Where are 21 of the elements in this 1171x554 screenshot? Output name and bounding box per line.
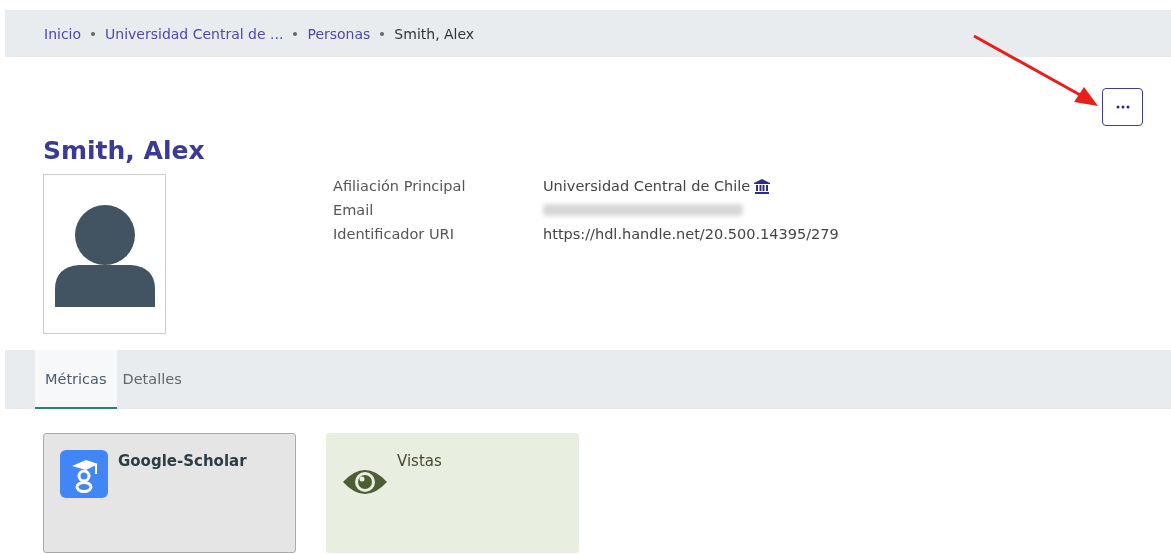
person-name: Smith, Alex bbox=[43, 136, 206, 166]
field-label: Identificador URI bbox=[333, 225, 455, 244]
breadcrumb-current: Smith, Alex bbox=[394, 25, 475, 42]
separator-dot bbox=[293, 31, 298, 36]
separator-dot bbox=[380, 31, 385, 36]
ellipsis-icon bbox=[1115, 105, 1130, 109]
scholar-icon bbox=[60, 450, 108, 498]
field-label: Email bbox=[333, 201, 375, 220]
field-value: Universidad Central de Chile bbox=[543, 177, 751, 196]
field-value: https://hdl.handle.net/20.500.14395/279 bbox=[543, 225, 839, 244]
more-options-button[interactable] bbox=[1102, 88, 1143, 126]
breadcrumb-link[interactable]: Universidad Central de ... bbox=[105, 25, 284, 42]
card-title: Vistas bbox=[397, 452, 442, 470]
card-title: Google-Scholar bbox=[118, 452, 247, 470]
breadcrumb-link[interactable]: Inicio bbox=[44, 25, 82, 42]
separator-dot bbox=[91, 31, 96, 36]
breadcrumb-link[interactable]: Personas bbox=[307, 25, 371, 42]
tab[interactable]: Detalles bbox=[116, 350, 188, 409]
field-label: Afiliación Principal bbox=[333, 177, 467, 196]
tab[interactable]: Métricas bbox=[35, 350, 117, 409]
institution-icon bbox=[754, 178, 771, 194]
